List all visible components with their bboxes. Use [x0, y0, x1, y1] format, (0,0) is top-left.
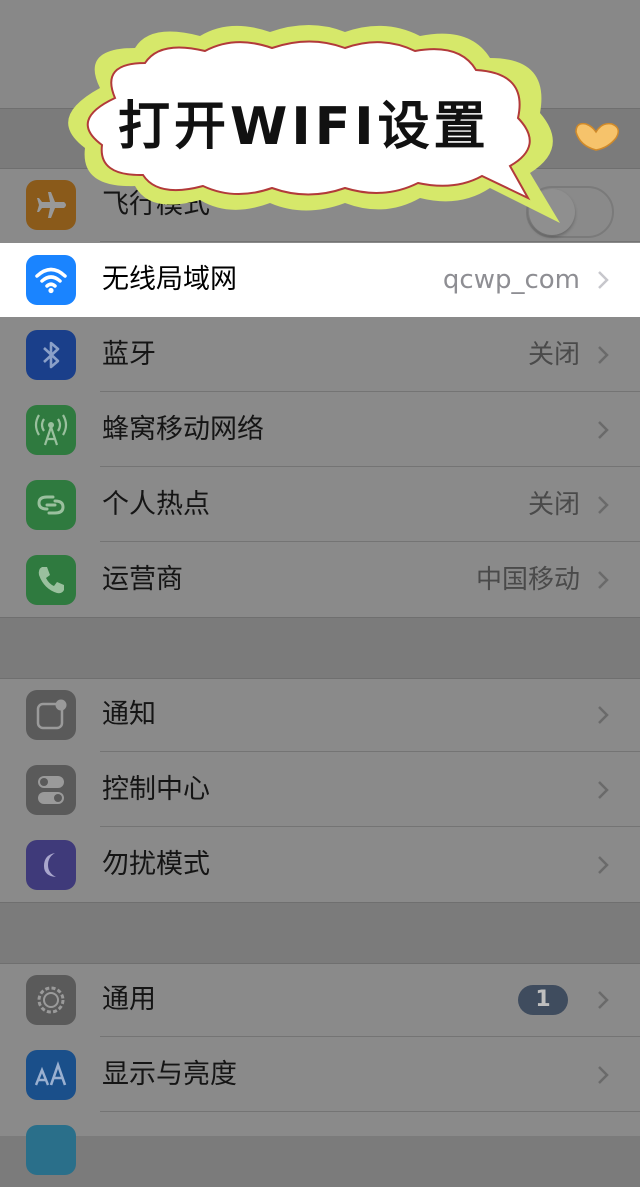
- row-divider: [100, 391, 640, 392]
- row-carrier[interactable]: 运营商 中国移动: [0, 543, 640, 617]
- bluetooth-label: 蓝牙: [102, 339, 156, 370]
- row-divider: [100, 1036, 640, 1037]
- row-bluetooth[interactable]: 蓝牙 关闭: [0, 318, 640, 392]
- cellular-label: 蜂窝移动网络: [102, 414, 264, 445]
- carrier-label: 运营商: [102, 564, 183, 595]
- chevron-right-icon: [598, 781, 609, 799]
- wifi-icon: [26, 255, 76, 305]
- hotspot-icon: [26, 480, 76, 530]
- dnd-label: 勿扰模式: [102, 849, 210, 880]
- heart-icon: [575, 122, 619, 151]
- hotspot-label: 个人热点: [102, 489, 210, 520]
- wifi-label: 无线局域网: [102, 264, 237, 295]
- chevron-right-icon: [598, 571, 609, 589]
- gear-icon: [26, 975, 76, 1025]
- row-personal-hotspot[interactable]: 个人热点 关闭: [0, 468, 640, 542]
- control-center-icon: [26, 765, 76, 815]
- settings-group-system: 通知 控制中心 勿扰模式: [0, 678, 640, 903]
- row-divider: [100, 241, 640, 242]
- wallpaper-icon: [26, 1125, 76, 1175]
- bluetooth-value: 关闭: [527, 340, 580, 370]
- moon-icon: [26, 840, 76, 890]
- general-label: 通用: [102, 984, 156, 1015]
- row-general[interactable]: 通用 1: [0, 963, 640, 1037]
- row-divider: [100, 751, 640, 752]
- settings-group-general: 通用 1 显示与亮度: [0, 963, 640, 1175]
- wifi-network-value: qcwp_com: [442, 265, 580, 295]
- cellular-icon: [26, 405, 76, 455]
- control-center-label: 控制中心: [102, 774, 210, 805]
- notifications-label: 通知: [102, 699, 156, 730]
- chevron-right-icon: [598, 346, 609, 364]
- bluetooth-icon: [26, 330, 76, 380]
- banner-title: 打开WIFI设置: [118, 97, 490, 157]
- row-display-brightness[interactable]: 显示与亮度: [0, 1038, 640, 1112]
- group-bottom-divider: [0, 902, 640, 903]
- hotspot-value: 关闭: [527, 490, 580, 520]
- chevron-right-icon: [598, 991, 609, 1009]
- chevron-right-icon: [598, 856, 609, 874]
- chevron-right-icon: [598, 271, 609, 289]
- row-control-center[interactable]: 控制中心: [0, 753, 640, 827]
- row-divider: [100, 541, 640, 542]
- chevron-right-icon: [598, 496, 609, 514]
- row-wallpaper[interactable]: [0, 1113, 640, 1187]
- text-size-icon: [26, 1050, 76, 1100]
- row-divider: [100, 466, 640, 467]
- group-bottom-divider: [0, 617, 640, 618]
- chevron-right-icon: [598, 1066, 609, 1084]
- row-divider: [100, 826, 640, 827]
- row-notifications[interactable]: 通知: [0, 678, 640, 752]
- update-badge: 1: [518, 985, 568, 1015]
- row-cellular[interactable]: 蜂窝移动网络: [0, 393, 640, 467]
- chevron-right-icon: [598, 421, 609, 439]
- display-label: 显示与亮度: [102, 1059, 237, 1090]
- row-do-not-disturb[interactable]: 勿扰模式: [0, 828, 640, 902]
- carrier-value: 中国移动: [475, 565, 580, 595]
- chevron-right-icon: [598, 706, 609, 724]
- notifications-icon: [26, 690, 76, 740]
- phone-icon: [26, 555, 76, 605]
- row-wifi[interactable]: 无线局域网 qcwp_com: [0, 243, 640, 317]
- row-divider: [100, 1111, 640, 1112]
